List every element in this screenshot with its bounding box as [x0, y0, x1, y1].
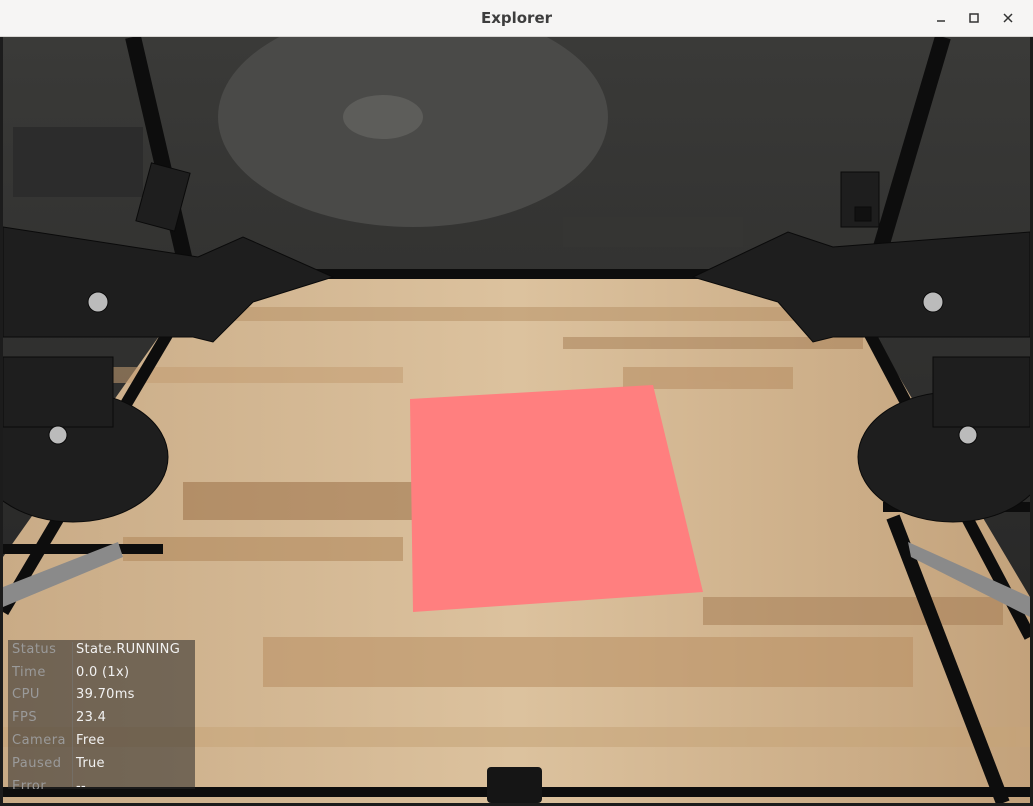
hud-value: 23.4: [76, 710, 107, 725]
hud-value: 39.70ms: [76, 687, 135, 702]
maximize-button[interactable]: [962, 6, 986, 30]
hud-value: True: [76, 756, 105, 771]
hud-row-status: Status State.RUNNING: [8, 642, 195, 665]
hud-label: Status: [12, 642, 57, 657]
hud-label: Error: [12, 779, 47, 789]
hud-row-time: Time 0.0 (1x): [8, 665, 195, 688]
title-bar[interactable]: Explorer: [0, 0, 1033, 37]
hud-row-camera: Camera Free: [8, 733, 195, 756]
hud-label: CPU: [12, 687, 40, 702]
background-object: [13, 127, 143, 197]
hud-row-fps: FPS 23.4: [8, 710, 195, 733]
hud-label: Time: [12, 665, 46, 680]
hud-value: --: [76, 779, 86, 789]
close-button[interactable]: [996, 6, 1020, 30]
hud-value: 0.0 (1x): [76, 665, 130, 680]
background-table: [563, 217, 743, 247]
hud-label: Camera: [12, 733, 67, 748]
hud-row-paused: Paused True: [8, 756, 195, 779]
red-block: [410, 385, 703, 612]
hud-label: FPS: [12, 710, 38, 725]
window-title: Explorer: [480, 9, 553, 27]
maximize-icon: [969, 13, 979, 23]
hud-label: Paused: [12, 756, 62, 771]
hud-row-cpu: CPU 39.70ms: [8, 687, 195, 710]
status-hud: Status State.RUNNING Time 0.0 (1x) CPU 3…: [8, 640, 195, 789]
minimize-icon: [937, 20, 945, 22]
minimize-button[interactable]: [929, 6, 953, 30]
hud-row-error: Error --: [8, 779, 195, 789]
hud-value: State.RUNNING: [76, 642, 181, 657]
chair-detail: [343, 95, 423, 139]
close-icon: [1003, 13, 1013, 23]
app-window: Explorer Status State.RUNNING Time 0.0 (…: [0, 0, 1033, 806]
camera-mount: [487, 767, 542, 803]
hud-value: Free: [76, 733, 105, 748]
